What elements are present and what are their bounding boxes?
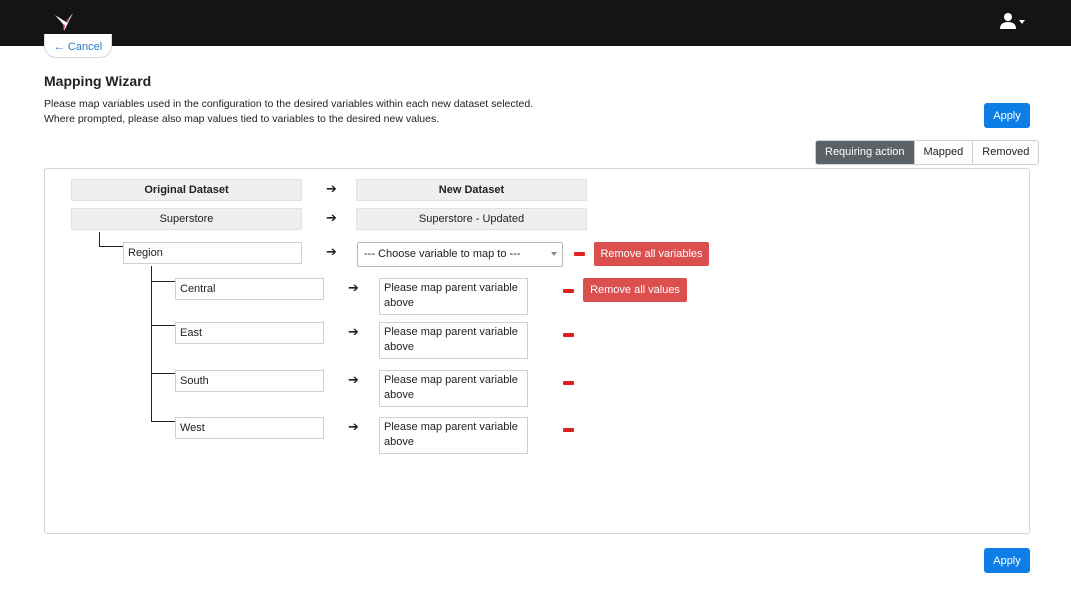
new-dataset-name: Superstore - Updated xyxy=(356,208,587,230)
value-original: Central xyxy=(175,278,324,300)
original-dataset-name: Superstore xyxy=(71,208,302,230)
tab-removed[interactable]: Removed xyxy=(972,141,1039,164)
value-target: Please map parent variable above xyxy=(379,370,528,407)
original-dataset-header: Original Dataset xyxy=(71,179,302,201)
page-description: Please map variables used in the configu… xyxy=(44,97,533,127)
arrow-right-icon: ➔ xyxy=(348,419,359,434)
variable-region: Region xyxy=(123,242,302,264)
value-target: Please map parent variable above xyxy=(379,417,528,454)
tree-connector xyxy=(151,421,175,422)
variable-map-select[interactable]: --- Choose variable to map to --- xyxy=(357,242,563,267)
value-original: East xyxy=(175,322,324,344)
remove-all-variables-button[interactable]: Remove all variables xyxy=(594,242,709,266)
select-value: --- Choose variable to map to --- xyxy=(364,248,521,260)
description-line: Please map variables used in the configu… xyxy=(44,98,534,110)
caret-down-icon xyxy=(1019,20,1025,24)
apply-button-top[interactable]: Apply xyxy=(984,103,1030,128)
top-navbar xyxy=(0,0,1071,46)
remove-value-icon[interactable] xyxy=(563,381,574,385)
status-tabs: Requiring action Mapped Removed xyxy=(815,140,1040,165)
arrow-right-icon: ➔ xyxy=(348,324,359,339)
value-target: Please map parent variable above xyxy=(379,322,528,359)
user-menu[interactable] xyxy=(999,12,1027,32)
tree-connector xyxy=(151,266,152,422)
remove-value-icon[interactable] xyxy=(563,428,574,432)
remove-variable-icon[interactable] xyxy=(574,252,585,256)
arrow-right-icon: ➔ xyxy=(326,181,337,196)
new-dataset-header: New Dataset xyxy=(356,179,587,201)
value-original: South xyxy=(175,370,324,392)
arrow-right-icon: ➔ xyxy=(348,372,359,387)
arrow-right-icon: ➔ xyxy=(326,244,337,259)
apply-button-bottom[interactable]: Apply xyxy=(984,548,1030,573)
page-title: Mapping Wizard xyxy=(44,73,152,89)
tree-connector xyxy=(99,232,100,246)
tab-mapped[interactable]: Mapped xyxy=(913,141,973,164)
chevron-down-icon xyxy=(551,252,557,256)
value-original: West xyxy=(175,417,324,439)
arrow-right-icon: ➔ xyxy=(326,210,337,225)
hummingbird-logo-icon[interactable] xyxy=(52,10,76,34)
tree-connector xyxy=(151,373,175,374)
remove-value-icon[interactable] xyxy=(563,289,574,293)
mapping-panel: Original Dataset ➔ New Dataset Superstor… xyxy=(44,168,1030,534)
tree-connector xyxy=(99,246,123,247)
description-line: Where prompted, please also map values t… xyxy=(44,113,440,125)
user-icon xyxy=(1000,13,1025,29)
tree-connector xyxy=(151,281,175,282)
cancel-button[interactable]: ← Cancel xyxy=(44,34,112,58)
remove-value-icon[interactable] xyxy=(563,333,574,337)
value-target: Please map parent variable above xyxy=(379,278,528,315)
arrow-right-icon: ➔ xyxy=(348,280,359,295)
tab-requiring-action[interactable]: Requiring action xyxy=(816,141,914,164)
tree-connector xyxy=(151,325,175,326)
remove-all-values-button[interactable]: Remove all values xyxy=(583,278,687,302)
